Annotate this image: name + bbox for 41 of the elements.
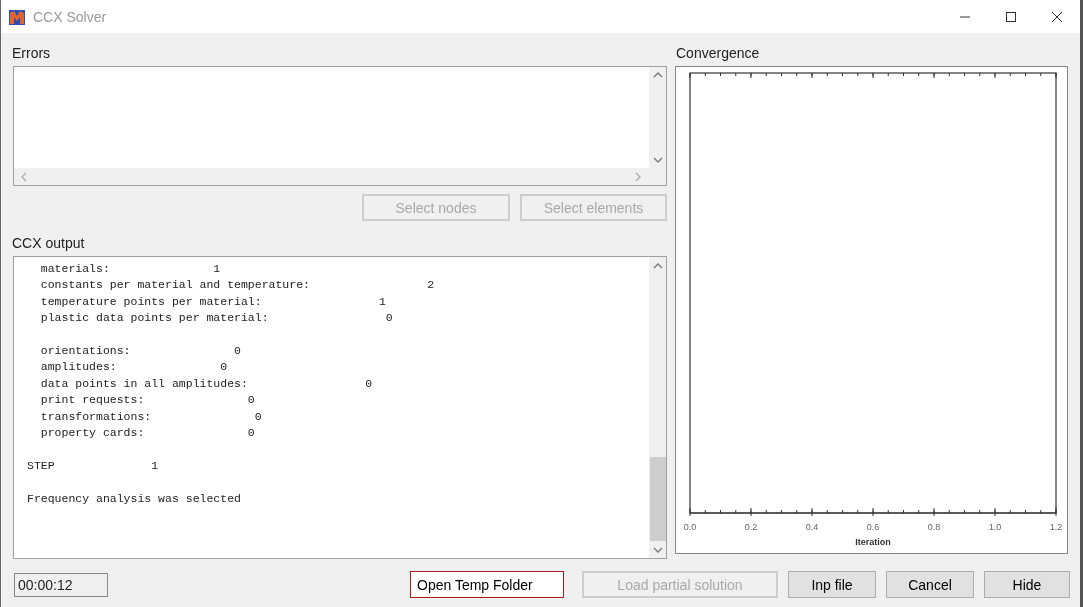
app-icon bbox=[8, 7, 26, 26]
output-line: temperature points per material: 1 bbox=[39, 293, 387, 310]
x-tick-label: 0.4 bbox=[805, 522, 819, 532]
output-line: transformations: 0 bbox=[39, 408, 263, 425]
output-line: data points in all amplitudes: 0 bbox=[39, 375, 374, 392]
output-line: Frequency analysis was selected bbox=[27, 490, 242, 507]
x-tick-label: 0.2 bbox=[744, 522, 758, 532]
window-title: CCX Solver bbox=[33, 8, 108, 25]
output-text-area[interactable] bbox=[13, 256, 667, 559]
scroll-right-icon[interactable] bbox=[634, 171, 642, 182]
close-icon[interactable] bbox=[1051, 10, 1063, 23]
output-label: CCX output bbox=[12, 234, 86, 252]
footer-button[interactable]: Cancel bbox=[886, 571, 974, 598]
elapsed-time-field: 00:00:12 bbox=[14, 572, 108, 597]
x-axis-title: Iteration bbox=[855, 537, 891, 547]
scroll-up-icon[interactable] bbox=[652, 261, 663, 270]
scroll-down-icon[interactable] bbox=[652, 156, 663, 164]
scrollbar-thumb[interactable] bbox=[649, 457, 666, 541]
errors-label: Errors bbox=[12, 44, 52, 62]
footer-button[interactable]: Inp file bbox=[788, 571, 876, 598]
output-line: property cards: 0 bbox=[39, 425, 256, 442]
x-tick-label: 0.8 bbox=[927, 522, 941, 532]
output-line: plastic data points per material: 0 bbox=[39, 310, 394, 327]
output-line: STEP 1 bbox=[27, 457, 160, 474]
errors-text-area[interactable] bbox=[13, 66, 667, 186]
scroll-down-icon[interactable] bbox=[652, 545, 663, 554]
scroll-left-icon[interactable] bbox=[20, 171, 28, 182]
output-line: orientations: 0 bbox=[39, 343, 242, 359]
convergence-label: Convergence bbox=[676, 44, 761, 62]
maximize-icon[interactable] bbox=[1005, 10, 1017, 23]
x-tick-label: 1.0 bbox=[988, 522, 1002, 532]
output-line: print requests: 0 bbox=[39, 392, 256, 409]
x-tick-label: 0.6 bbox=[866, 522, 880, 532]
footer-button[interactable]: Hide bbox=[984, 571, 1070, 598]
output-line: amplitudes: 0 bbox=[39, 359, 229, 376]
output-line: constants per material and temperature: 2 bbox=[39, 277, 436, 294]
x-tick-label: 1.2 bbox=[1049, 522, 1063, 532]
output-line: materials: 1 bbox=[39, 261, 222, 277]
scroll-up-icon[interactable] bbox=[652, 71, 663, 79]
x-tick-label: 0.0 bbox=[683, 522, 697, 532]
footer-button[interactable]: Open Temp Folder bbox=[410, 571, 564, 598]
